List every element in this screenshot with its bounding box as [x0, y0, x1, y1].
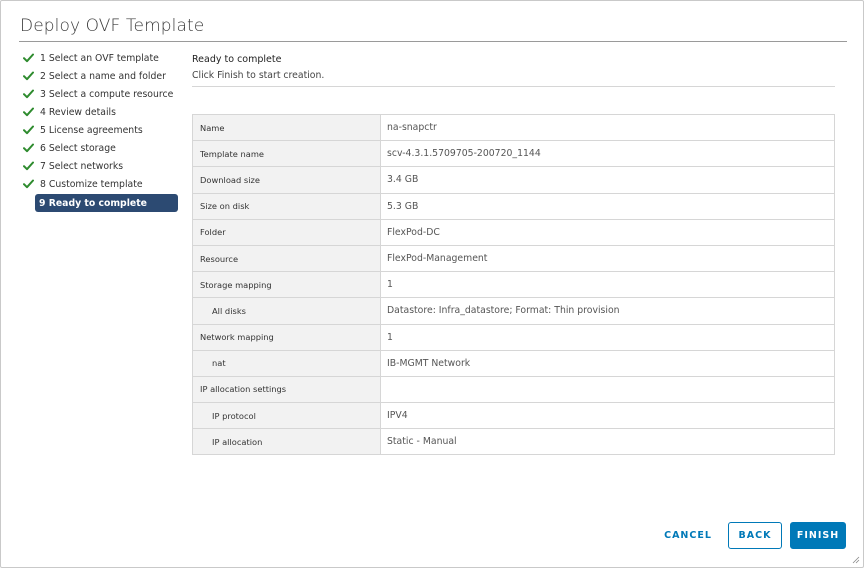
summary-row: nat IB-MGMT Network: [192, 349, 835, 377]
summary-key: IP allocation settings: [192, 375, 381, 403]
wizard-step-1[interactable]: 1 Select an OVF template: [23, 49, 183, 67]
summary-key: IP allocation: [192, 428, 381, 455]
dialog-title: Deploy OVF Template: [20, 16, 205, 36]
summary-row: Network mapping 1: [192, 323, 835, 351]
check-icon: [23, 178, 36, 191]
summary-row: Folder FlexPod-DC: [192, 218, 835, 246]
wizard-step-3[interactable]: 3 Select a compute resource: [23, 85, 183, 103]
summary-row: IP allocation settings: [192, 375, 835, 403]
check-icon: [23, 142, 36, 155]
summary-key: Template name: [192, 140, 381, 167]
summary-value: Datastore: Infra_datastore; Format: Thin…: [380, 297, 835, 324]
summary-value: FlexPod-DC: [380, 218, 835, 246]
title-divider: [19, 41, 847, 42]
wizard-step-label: 5 License agreements: [40, 124, 143, 136]
wizard-step-label: 9 Ready to complete: [39, 197, 147, 209]
summary-value: 5.3 GB: [380, 192, 835, 220]
summary-key: All disks: [192, 297, 381, 324]
wizard-step-label: 7 Select networks: [40, 160, 124, 172]
wizard-step-2[interactable]: 2 Select a name and folder: [23, 67, 183, 85]
wizard-step-6[interactable]: 6 Select storage: [23, 139, 183, 157]
check-icon: [23, 160, 36, 173]
summary-value: [380, 375, 835, 403]
summary-row: Template name scv-4.3.1.5709705-200720_11…: [192, 140, 835, 167]
check-icon: [23, 106, 36, 119]
summary-row: Storage mapping 1: [192, 271, 835, 298]
section-subtitle: Click Finish to start creation.: [192, 70, 325, 81]
wizard-step-label: 2 Select a name and folder: [40, 70, 166, 82]
cancel-button[interactable]: CANCEL: [657, 522, 719, 549]
summary-row: IP protocol IPV4: [192, 402, 835, 429]
summary-value: IPV4: [380, 402, 835, 429]
wizard-step-5[interactable]: 5 License agreements: [23, 121, 183, 139]
summary-value: na-snapctr: [387, 122, 437, 134]
summary-value: scv-4.3.1.5709705-200720_1144: [380, 140, 835, 167]
summary-key: Name: [192, 114, 381, 141]
summary-value: 1: [380, 271, 835, 298]
check-icon: [23, 124, 36, 137]
summary-value: IB-MGMT Network: [380, 349, 835, 377]
wizard-step-label: 1 Select an OVF template: [40, 52, 159, 64]
summary-key: Storage mapping: [192, 271, 381, 298]
summary-row: Size on disk 5.3 GB: [192, 192, 835, 220]
summary-key: Resource: [192, 244, 381, 272]
summary-table: Name na-snapctr Template name scv-4.3.1.570…: [192, 114, 835, 456]
summary-key: Network mapping: [192, 323, 381, 351]
wizard-step-label: 3 Select a compute resource: [40, 88, 174, 100]
summary-row: Name na-snapctr: [192, 114, 835, 141]
check-icon: [23, 52, 36, 65]
summary-row: IP allocation Static - Manual: [192, 428, 835, 455]
resize-grip-icon[interactable]: [852, 556, 860, 564]
wizard-step-label: 6 Select storage: [40, 142, 116, 154]
deploy-ovf-dialog: Deploy OVF Template 1 Select an OVF temp…: [0, 0, 864, 568]
wizard-step-label: 8 Customize template: [40, 178, 143, 190]
summary-value: 1: [380, 323, 835, 351]
summary-value: FlexPod-Management: [380, 244, 835, 272]
wizard-step-9[interactable]: 9 Ready to complete: [35, 194, 178, 212]
summary-row: Resource FlexPod-Management: [192, 244, 835, 272]
summary-key: nat: [192, 349, 381, 377]
back-button[interactable]: BACK: [728, 522, 782, 549]
summary-key: IP protocol: [192, 402, 381, 429]
summary-row: All disks Datastore: Infra_datastore; For…: [192, 297, 835, 324]
summary-row: Download size 3.4 GB: [192, 166, 835, 194]
summary-key: Size on disk: [192, 192, 381, 220]
summary-key: Download size: [192, 166, 381, 194]
wizard-steps: 1 Select an OVF template 2 Select a name …: [23, 49, 183, 212]
wizard-step-4[interactable]: 4 Review details: [23, 103, 183, 121]
content-divider: [192, 86, 835, 87]
check-icon: [23, 70, 36, 83]
finish-button[interactable]: FINISH: [790, 522, 846, 549]
summary-value: 3.4 GB: [380, 166, 835, 194]
summary-key: Folder: [192, 218, 381, 246]
section-title: Ready to complete: [192, 54, 282, 65]
check-icon: [23, 88, 36, 101]
wizard-step-7[interactable]: 7 Select networks: [23, 157, 183, 175]
summary-value: Static - Manual: [380, 428, 835, 455]
wizard-step-label: 4 Review details: [40, 106, 116, 118]
wizard-step-8[interactable]: 8 Customize template: [23, 175, 183, 193]
